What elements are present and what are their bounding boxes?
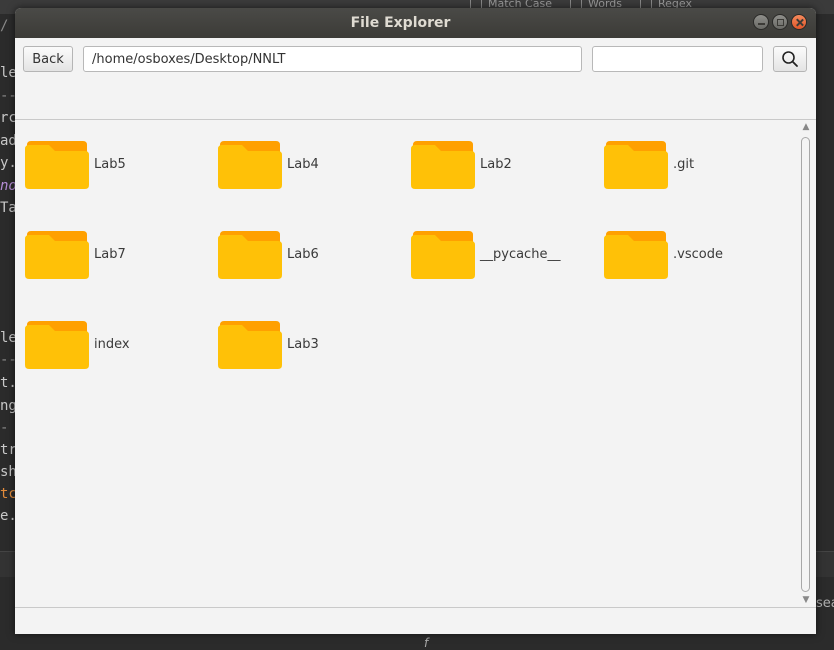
back-button[interactable]: Back xyxy=(23,46,73,72)
function-icon: f xyxy=(424,636,429,650)
path-input[interactable] xyxy=(83,46,582,72)
search-input[interactable] xyxy=(592,46,763,72)
close-button[interactable] xyxy=(791,14,807,30)
folder-item[interactable]: .git xyxy=(594,133,784,189)
folder-label: index xyxy=(94,337,130,352)
status-bar xyxy=(15,608,816,634)
scrollbar-thumb[interactable] xyxy=(801,137,810,592)
vertical-scrollbar[interactable]: ▲ ▼ xyxy=(799,120,813,607)
close-icon xyxy=(796,19,803,26)
folder-icon xyxy=(604,141,668,189)
folder-icon xyxy=(25,231,89,279)
maximize-button[interactable] xyxy=(772,14,788,30)
folder-grid: Lab5 Lab4 Lab2 .git Lab7 Lab6 __pycache__ .vsco… xyxy=(15,119,816,608)
folder-label: Lab3 xyxy=(287,337,319,352)
minimize-button[interactable] xyxy=(753,14,769,30)
folder-icon xyxy=(25,141,89,189)
minimize-icon xyxy=(757,22,765,25)
folder-icon xyxy=(411,231,475,279)
folder-item[interactable]: Lab5 xyxy=(15,133,205,189)
title-bar[interactable]: File Explorer xyxy=(15,8,816,38)
folder-label: Lab6 xyxy=(287,247,319,262)
code-line: / xyxy=(0,18,9,34)
scroll-up-arrow-icon[interactable]: ▲ xyxy=(801,122,811,132)
folder-item[interactable]: Lab2 xyxy=(401,133,591,189)
folder-icon xyxy=(25,321,89,369)
folder-icon xyxy=(218,141,282,189)
search-button[interactable] xyxy=(773,46,807,72)
folder-item[interactable]: index xyxy=(15,313,205,369)
folder-label: Lab7 xyxy=(94,247,126,262)
file-explorer-window: File Explorer Back Lab5Lab4Lab2.gitLab7L… xyxy=(15,8,816,634)
code-line: - xyxy=(0,420,9,436)
folder-item[interactable]: .vscode xyxy=(594,223,784,279)
folder-label: __pycache__ xyxy=(480,247,561,262)
search-hint-text: sea xyxy=(816,596,834,611)
folder-item[interactable]: Lab6 xyxy=(208,223,398,279)
folder-item[interactable]: Lab4 xyxy=(208,133,398,189)
folder-label: .vscode xyxy=(673,247,723,262)
folder-label: Lab4 xyxy=(287,157,319,172)
folder-label: Lab2 xyxy=(480,157,512,172)
window-title: File Explorer xyxy=(350,15,451,31)
folder-icon xyxy=(218,231,282,279)
folder-label: .git xyxy=(673,157,695,172)
folder-item[interactable]: Lab3 xyxy=(208,313,398,369)
folder-icon xyxy=(604,231,668,279)
scroll-down-arrow-icon[interactable]: ▼ xyxy=(801,595,811,605)
search-icon xyxy=(782,51,798,67)
maximize-icon xyxy=(776,18,784,26)
folder-item[interactable]: Lab7 xyxy=(15,223,205,279)
folder-label: Lab5 xyxy=(94,157,126,172)
folder-icon xyxy=(411,141,475,189)
folder-item[interactable]: __pycache__ xyxy=(401,223,591,279)
folder-icon xyxy=(218,321,282,369)
